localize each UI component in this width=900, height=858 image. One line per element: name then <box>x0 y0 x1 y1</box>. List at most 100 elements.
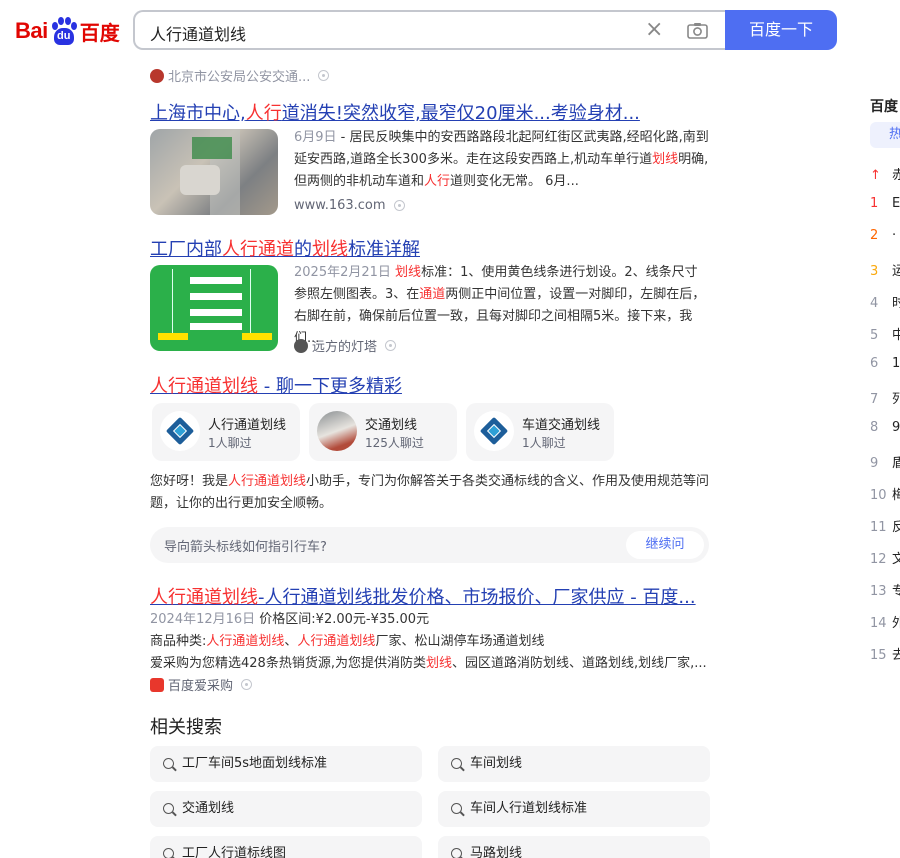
logo-text-du: du <box>53 28 74 45</box>
ai-chat-title[interactable]: 人行通道划线 - 聊一下更多精彩 <box>150 372 402 398</box>
hot-title: E <box>892 196 900 211</box>
related-label: 车间划线 <box>470 756 523 771</box>
hot-list-item[interactable]: 61 <box>870 356 900 371</box>
camera-icon[interactable] <box>687 22 708 39</box>
hot-rank: 5 <box>870 328 879 343</box>
source-label: 北京市公安局公安交通... <box>168 70 311 85</box>
result-title-3[interactable]: 人行通道划线-人行通道划线批发价格、市场报价、厂家供应 - 百度... <box>150 583 696 609</box>
info-icon[interactable] <box>241 679 253 690</box>
hot-rank: 14 <box>870 616 887 631</box>
hot-title: 去 <box>892 648 900 663</box>
price-range: 价格区间:¥2.00元-¥35.00元 <box>255 612 430 627</box>
title-highlight: 人行通道划线 <box>150 376 258 397</box>
hot-list-item[interactable]: 9盾 <box>870 452 900 471</box>
info-icon[interactable] <box>318 70 330 81</box>
snippet-text: 、园区道路消防划线、道路划线,划线厂家,... <box>451 656 707 671</box>
hot-list-item[interactable]: 10 梅 <box>870 484 900 503</box>
related-label: 工厂人行道标线图 <box>182 846 287 858</box>
related-label: 交通划线 <box>182 801 235 816</box>
hot-title: 专 <box>892 584 900 599</box>
continue-ask-button[interactable]: 继续问 <box>626 531 704 559</box>
ai-card-3[interactable]: 车道交通划线 1人聊过 <box>466 403 614 461</box>
author-avatar <box>294 338 308 353</box>
search-box[interactable]: 人行通道划线 × <box>133 10 727 50</box>
close-icon[interactable]: × <box>645 18 663 42</box>
search-input[interactable]: 人行通道划线 <box>150 21 246 45</box>
hot-list-heading: 百度 <box>870 99 898 115</box>
snippet-text: 爱采购为您精选428条热销货源,为您提供消防类 <box>150 656 426 671</box>
hot-title: 列 <box>892 392 900 407</box>
hot-rank: ↑ <box>870 168 881 183</box>
related-search-heading: 相关搜索 <box>150 717 222 738</box>
title-text: 工厂内部 <box>150 239 222 260</box>
logo-text-baidu: 百度 <box>79 20 120 45</box>
related-label: 工厂车间5s地面划线标准 <box>182 756 328 771</box>
chat-suggestion[interactable]: 导向箭头标线如何指引行车? <box>164 536 327 555</box>
ai-card-2[interactable]: 交通划线 125人聊过 <box>309 403 457 461</box>
hot-tab[interactable]: 热 <box>870 122 900 148</box>
hot-list-item[interactable]: 89 <box>870 420 900 435</box>
hot-title: 运 <box>892 264 900 279</box>
related-search-item[interactable]: 车间人行道划线标准 <box>438 791 710 827</box>
snippet-text: 商品种类: <box>150 634 207 649</box>
source-label: 百度爱采购 <box>168 679 234 694</box>
result-title-1[interactable]: 上海市中心,人行道消失!突然收窄,最窄仅20厘米...考验身材... <box>150 99 640 125</box>
result-source-2[interactable]: 远方的灯塔 <box>294 336 397 355</box>
snippet-highlight: 人行 <box>424 174 451 189</box>
hot-list-item[interactable]: 4时 <box>870 292 900 311</box>
hot-list-item[interactable]: 5中 <box>870 324 900 343</box>
result-date: 2024年12月16日 <box>150 612 256 627</box>
snippet-text: 道则变化无常。 6月... <box>450 174 579 189</box>
search-icon <box>163 848 174 858</box>
hot-title: 赤 <box>892 168 900 183</box>
related-label: 车间人行道划线标准 <box>470 801 588 816</box>
result-thumbnail-2[interactable] <box>150 265 278 351</box>
hot-list-item[interactable]: 2 · <box>870 228 896 243</box>
related-search-item[interactable]: 车间划线 <box>438 746 710 782</box>
hot-list-item[interactable]: 1E <box>870 196 900 211</box>
related-search-item[interactable]: 工厂人行道标线图 <box>150 836 422 858</box>
hot-list-item[interactable]: ↑ 赤 <box>870 164 900 183</box>
result-source-3[interactable]: 百度爱采购 <box>150 675 253 694</box>
ai-card-1[interactable]: 人行通道划线 1人聊过 <box>152 403 300 461</box>
title-highlight: 人行 <box>245 103 282 124</box>
hot-rank: 11 <box>870 520 887 535</box>
hot-rank: 8 <box>870 420 879 435</box>
hot-list-item[interactable]: 13 专 <box>870 580 900 599</box>
related-search-item[interactable]: 马路划线 <box>438 836 710 858</box>
result-source-1[interactable]: www.163.com <box>294 198 405 213</box>
title-text: 上海市中心, <box>150 103 246 124</box>
hot-list-item[interactable]: 3运 <box>870 260 900 279</box>
ai-chat-input[interactable]: 导向箭头标线如何指引行车? 继续问 <box>150 527 709 563</box>
ai-card-name: 车道交通划线 <box>522 418 601 433</box>
hot-list-item[interactable]: 14 外 <box>870 612 900 631</box>
hot-list-item[interactable]: 11 反 <box>870 516 900 535</box>
hot-title: 时 <box>892 296 900 311</box>
source-author: 远方的灯塔 <box>312 340 378 355</box>
related-search-item[interactable]: 交通划线 <box>150 791 422 827</box>
hot-list-item[interactable]: 7列 <box>870 388 900 407</box>
result-thumbnail-1[interactable] <box>150 129 278 215</box>
hot-title: 中 <box>892 328 900 343</box>
title-highlight: 划线 <box>312 239 348 260</box>
info-icon[interactable] <box>393 200 405 211</box>
hot-rank: 13 <box>870 584 887 599</box>
info-icon[interactable] <box>385 340 397 351</box>
result-title-2[interactable]: 工厂内部人行通道的划线标准详解 <box>150 235 420 261</box>
ai-card-count: 1人聊过 <box>208 436 252 450</box>
snippet-text: - 居民反映集中的安西路路段北起阿红街区武夷路,经昭化路,南到延安西路,道路全长… <box>294 130 709 167</box>
search-icon <box>451 848 462 858</box>
hot-rank: 1 <box>870 196 879 211</box>
hot-list-item[interactable]: 15 去 <box>870 644 900 663</box>
hot-rank: 10 <box>870 488 887 503</box>
police-badge-icon <box>150 68 164 83</box>
search-button[interactable]: 百度一下 <box>725 10 837 50</box>
related-search-item[interactable]: 工厂车间5s地面划线标准 <box>150 746 422 782</box>
source-url: www.163.com <box>294 198 386 213</box>
ai-card-count: 1人聊过 <box>522 436 566 450</box>
ai-card-name: 交通划线 <box>365 418 418 433</box>
source-bar[interactable]: 北京市公安局公安交通... <box>150 66 330 85</box>
baidu-logo[interactable]: Bai du 百度 <box>15 14 120 48</box>
search-icon <box>451 803 462 814</box>
hot-list-item[interactable]: 12 文 <box>870 548 900 567</box>
